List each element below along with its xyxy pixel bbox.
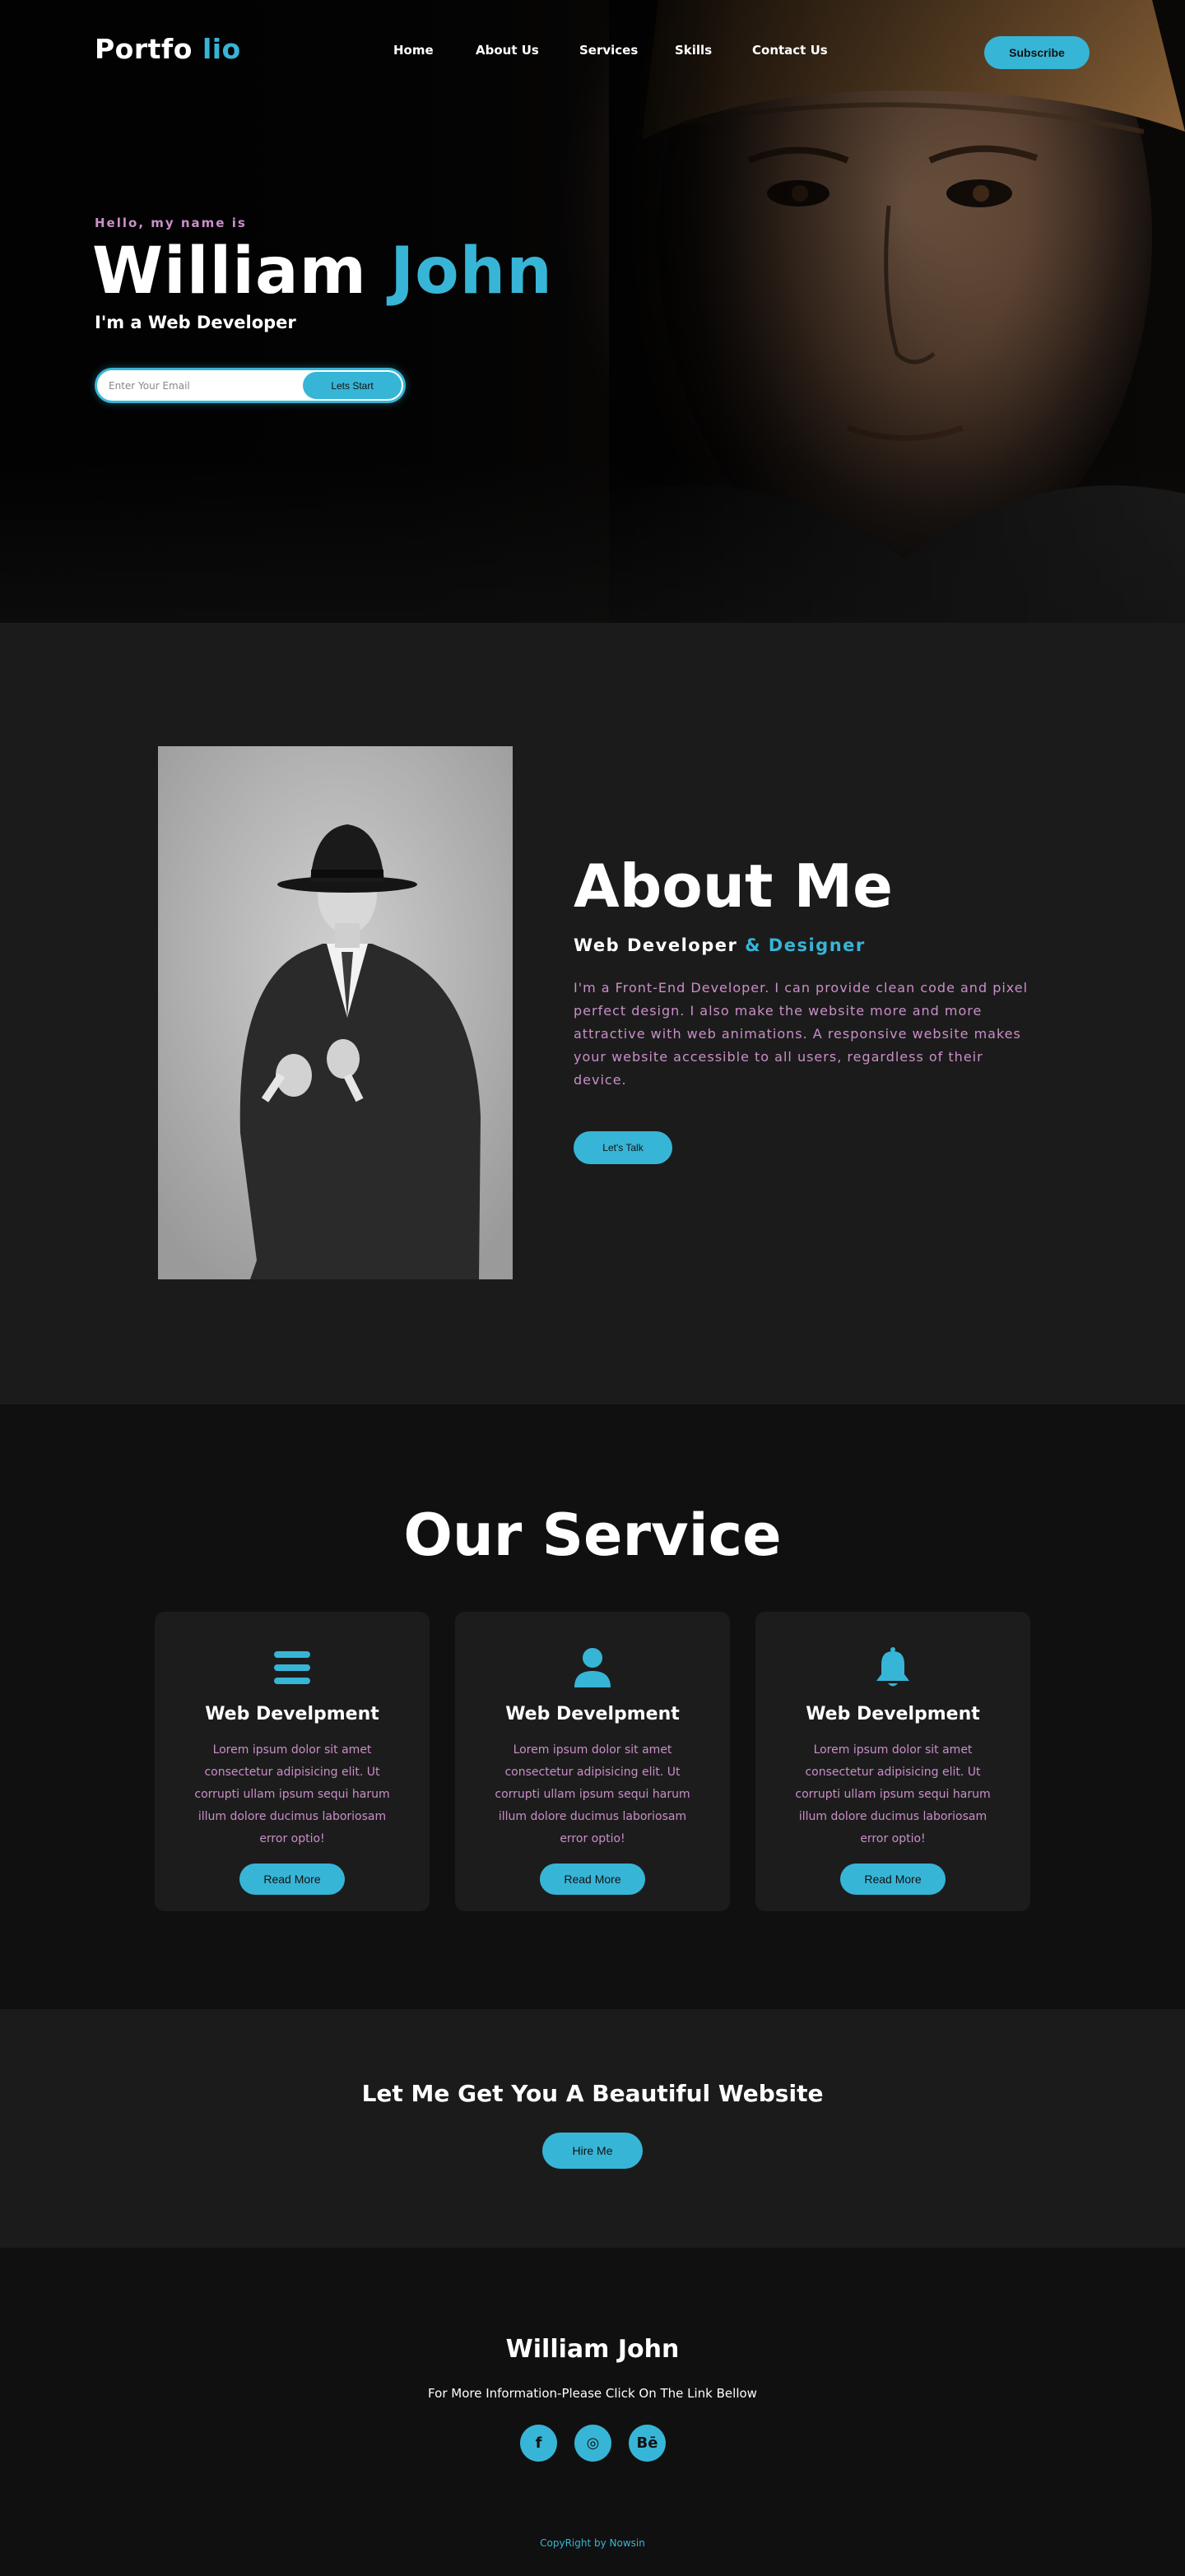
- services-title: Our Service: [403, 1502, 782, 1569]
- logo[interactable]: Portfo lio: [95, 33, 241, 65]
- about-subtitle-main: Web Developer: [574, 935, 738, 955]
- hero-role: I'm a Web Developer: [95, 313, 296, 332]
- about-title: About Me: [574, 852, 893, 921]
- nav-link-home[interactable]: Home: [393, 43, 434, 58]
- nav-link-services[interactable]: Services: [579, 43, 638, 58]
- read-more-button[interactable]: Read More: [540, 1864, 645, 1895]
- hero-name: William John: [92, 234, 553, 309]
- logo-main: Portfo: [95, 33, 193, 65]
- service-card: Web Develpment Lorem ipsum dolor sit ame…: [755, 1612, 1030, 1911]
- service-card-text: Lorem ipsum dolor sit amet consectetur a…: [495, 1743, 690, 1845]
- cta-section: Let Me Get You A Beautiful Website Hire …: [0, 2009, 1185, 2248]
- read-more-button[interactable]: Read More: [239, 1864, 345, 1895]
- hero-fade: [0, 461, 1185, 623]
- bell-icon: [873, 1646, 913, 1689]
- about-subtitle-accent: & Designer: [745, 935, 866, 955]
- about-description: I'm a Front-End Developer. I can provide…: [574, 980, 1029, 1088]
- social-links: f ◎ Bē: [520, 2425, 666, 2462]
- lets-start-button[interactable]: Lets Start: [303, 372, 402, 399]
- read-more-button[interactable]: Read More: [840, 1864, 946, 1895]
- about-subtitle: Web Developer & Designer: [574, 935, 866, 955]
- footer: William John For More Information-Please…: [0, 2248, 1185, 2576]
- nav-link-about-us[interactable]: About Us: [476, 43, 539, 58]
- footer-info: For More Information-Please Click On The…: [428, 2386, 757, 2401]
- facebook-icon[interactable]: f: [520, 2425, 557, 2462]
- user-icon: [573, 1646, 612, 1689]
- behance-icon[interactable]: Bē: [629, 2425, 666, 2462]
- footer-name: William John: [505, 2335, 680, 2364]
- service-card: Web Develpment Lorem ipsum dolor sit ame…: [455, 1612, 730, 1911]
- top-navbar: Portfo lio Home About Us Services Skills…: [0, 0, 1185, 104]
- cta-title: Let Me Get You A Beautiful Website: [361, 2080, 824, 2107]
- about-photo: [158, 746, 513, 1279]
- lets-talk-button[interactable]: Let's Talk: [574, 1131, 672, 1164]
- copyright: CopyRight by Nowsin: [540, 2537, 645, 2549]
- hero-first-name: William: [92, 234, 367, 309]
- nav-link-contact-us[interactable]: Contact Us: [752, 43, 828, 58]
- service-card: Web Develpment Lorem ipsum dolor sit ame…: [155, 1612, 430, 1911]
- hero-greeting: Hello, my name is: [95, 216, 247, 230]
- service-card-title: Web Develpment: [806, 1704, 980, 1724]
- service-card-title: Web Develpment: [205, 1704, 379, 1724]
- service-card-text: Lorem ipsum dolor sit amet consectetur a…: [795, 1743, 991, 1845]
- email-form: Lets Start: [95, 368, 406, 403]
- about-section: About Me Web Developer & Designer I'm a …: [0, 623, 1185, 1404]
- instagram-icon[interactable]: ◎: [574, 2425, 611, 2462]
- menu-bars-icon: [272, 1646, 312, 1689]
- services-section: Our Service Web Develpment Lorem ipsum d…: [0, 1404, 1185, 2009]
- hero-last-name: John: [390, 234, 553, 309]
- service-card-title: Web Develpment: [505, 1704, 680, 1724]
- service-card-text: Lorem ipsum dolor sit amet consectetur a…: [194, 1743, 390, 1845]
- hero-section: Portfo lio Home About Us Services Skills…: [0, 0, 1185, 623]
- subscribe-button[interactable]: Subscribe: [984, 36, 1090, 69]
- nav-link-skills[interactable]: Skills: [675, 43, 712, 58]
- hire-me-button[interactable]: Hire Me: [542, 2133, 643, 2169]
- email-input[interactable]: [109, 370, 298, 401]
- logo-accent: lio: [202, 33, 241, 65]
